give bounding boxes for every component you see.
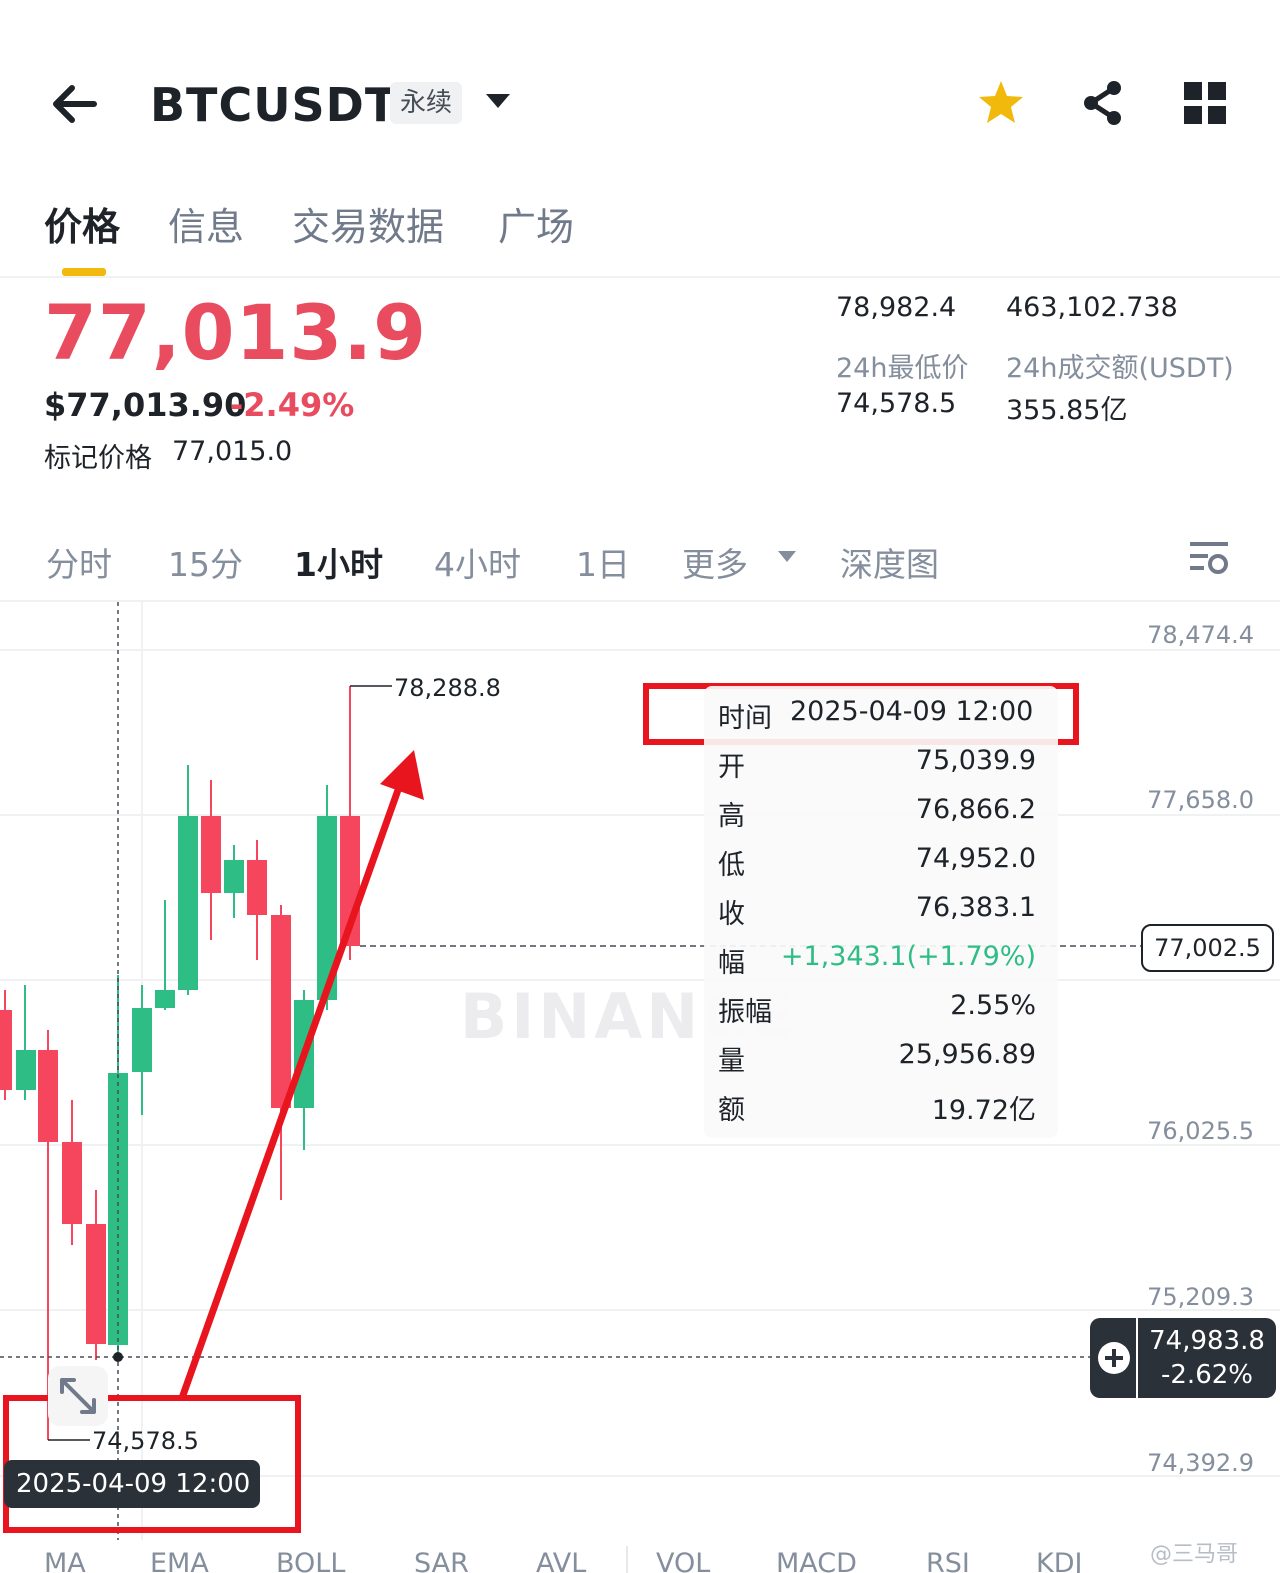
usd-price: $77,013.90 bbox=[44, 386, 247, 424]
tooltip-key: 量 bbox=[718, 1046, 745, 1077]
tooltip-value: 74,952.0 bbox=[915, 843, 1036, 874]
timeframe-1d[interactable]: 1日 bbox=[576, 538, 630, 586]
tooltip-key: 收 bbox=[718, 899, 745, 930]
tooltip-value: 2025-04-09 12:00 bbox=[790, 696, 1034, 727]
mark-price-value: 77,015.0 bbox=[172, 436, 293, 467]
depth-chart-tab[interactable]: 深度图 bbox=[840, 538, 939, 586]
indicator-ma[interactable]: MA bbox=[44, 1548, 86, 1573]
indicator-vol[interactable]: VOL bbox=[656, 1548, 710, 1573]
indicator-rsi[interactable]: RSI bbox=[926, 1548, 970, 1573]
low-24h-label: 24h最低价 bbox=[836, 353, 969, 384]
tooltip-key: 额 bbox=[718, 1095, 745, 1126]
tab-info[interactable]: 信息 bbox=[168, 196, 244, 251]
y-axis-label: 77,658.0 bbox=[1147, 786, 1254, 814]
active-tab-indicator bbox=[62, 268, 106, 276]
tooltip-key: 时间 bbox=[718, 703, 772, 734]
indicator-kdj[interactable]: KDJ bbox=[1036, 1548, 1082, 1573]
author-mark: @三马哥 bbox=[1150, 1542, 1239, 1567]
max-price-label: 78,288.8 bbox=[394, 674, 501, 702]
last-price-tag[interactable]: 77,002.5 bbox=[1141, 924, 1274, 972]
symbol-title[interactable]: BTCUSDT bbox=[150, 78, 397, 132]
grid-menu-icon[interactable] bbox=[1180, 78, 1230, 128]
tooltip-value: 75,039.9 bbox=[915, 745, 1036, 776]
y-axis-label: 78,474.4 bbox=[1147, 621, 1254, 649]
tooltip-value: 25,956.89 bbox=[898, 1039, 1036, 1070]
tooltip-value: 76,866.2 bbox=[915, 794, 1036, 825]
candlestick-chart[interactable] bbox=[0, 600, 1280, 1540]
high-24h-value: 78,982.4 bbox=[836, 292, 957, 323]
tooltip-value: +1,343.1(+1.79%) bbox=[780, 941, 1036, 972]
crosshair-price-box[interactable]: 74,983.8 -2.62% bbox=[1090, 1318, 1276, 1398]
top-bar: BTCUSDT 永续 bbox=[0, 60, 1280, 150]
divider bbox=[1136, 1318, 1138, 1398]
mark-price-label: 标记价格 bbox=[44, 443, 152, 474]
chart-settings-icon[interactable] bbox=[1188, 538, 1230, 580]
tooltip-value: 19.72亿 bbox=[931, 1095, 1036, 1126]
timeframe-1h[interactable]: 1小时 bbox=[294, 538, 383, 586]
tooltip-value: 2.55% bbox=[950, 990, 1036, 1021]
tab-trading-data[interactable]: 交易数据 bbox=[292, 196, 444, 251]
crosshair-price: 74,983.8 bbox=[1149, 1326, 1265, 1356]
expand-icon bbox=[60, 1378, 96, 1414]
star-icon[interactable] bbox=[976, 78, 1026, 128]
contract-type-badge: 永续 bbox=[390, 82, 463, 124]
price-change-percent: -2.49% bbox=[230, 386, 355, 424]
timeframe-line[interactable]: 分时 bbox=[46, 538, 112, 586]
low-24h-value: 74,578.5 bbox=[836, 388, 957, 419]
y-axis-label: 76,025.5 bbox=[1147, 1117, 1254, 1145]
plus-circle-icon[interactable] bbox=[1096, 1340, 1132, 1376]
min-price-label: 74,578.5 bbox=[92, 1427, 199, 1455]
turnover-24h-label: 24h成交额(USDT) bbox=[1006, 353, 1234, 384]
timeframe-15m[interactable]: 15分 bbox=[168, 538, 243, 586]
back-arrow-icon[interactable] bbox=[48, 78, 100, 130]
tab-price[interactable]: 价格 bbox=[44, 196, 120, 251]
timeframe-4h[interactable]: 4小时 bbox=[434, 538, 521, 586]
indicator-macd[interactable]: MACD bbox=[776, 1548, 857, 1573]
tooltip-key: 开 bbox=[718, 752, 745, 783]
share-icon[interactable] bbox=[1078, 78, 1128, 128]
divider bbox=[0, 276, 1280, 278]
indicator-boll[interactable]: BOLL bbox=[276, 1548, 345, 1573]
expand-chart-button[interactable] bbox=[48, 1366, 108, 1426]
indicator-avl[interactable]: AVL bbox=[536, 1548, 586, 1573]
tooltip-key: 振幅 bbox=[718, 997, 772, 1028]
divider bbox=[626, 1546, 628, 1573]
volume-24h-value: 463,102.738 bbox=[1006, 292, 1178, 323]
turnover-24h-value: 355.85亿 bbox=[1006, 395, 1128, 426]
tab-square[interactable]: 广场 bbox=[498, 196, 574, 251]
candle-tooltip: 时间 2025-04-09 12:00 开 75,039.9 高 76,866.… bbox=[704, 686, 1058, 1138]
tooltip-key: 低 bbox=[718, 850, 745, 881]
y-axis-label: 75,209.3 bbox=[1147, 1283, 1254, 1311]
indicator-sar[interactable]: SAR bbox=[414, 1548, 469, 1573]
chevron-down-icon[interactable] bbox=[486, 94, 510, 108]
tooltip-value: 76,383.1 bbox=[915, 892, 1036, 923]
indicator-ema[interactable]: EMA bbox=[150, 1548, 209, 1573]
crosshair-time: 2025-04-09 12:00 bbox=[4, 1460, 260, 1508]
last-price: 77,013.9 bbox=[44, 288, 428, 377]
timeframe-more[interactable]: 更多 bbox=[682, 538, 748, 586]
chevron-down-icon[interactable] bbox=[778, 551, 796, 562]
crosshair-percent: -2.62% bbox=[1161, 1360, 1253, 1390]
tooltip-key: 幅 bbox=[718, 948, 745, 979]
tooltip-key: 高 bbox=[718, 801, 745, 832]
candles bbox=[0, 686, 360, 1440]
y-axis-label: 74,392.9 bbox=[1147, 1449, 1254, 1477]
